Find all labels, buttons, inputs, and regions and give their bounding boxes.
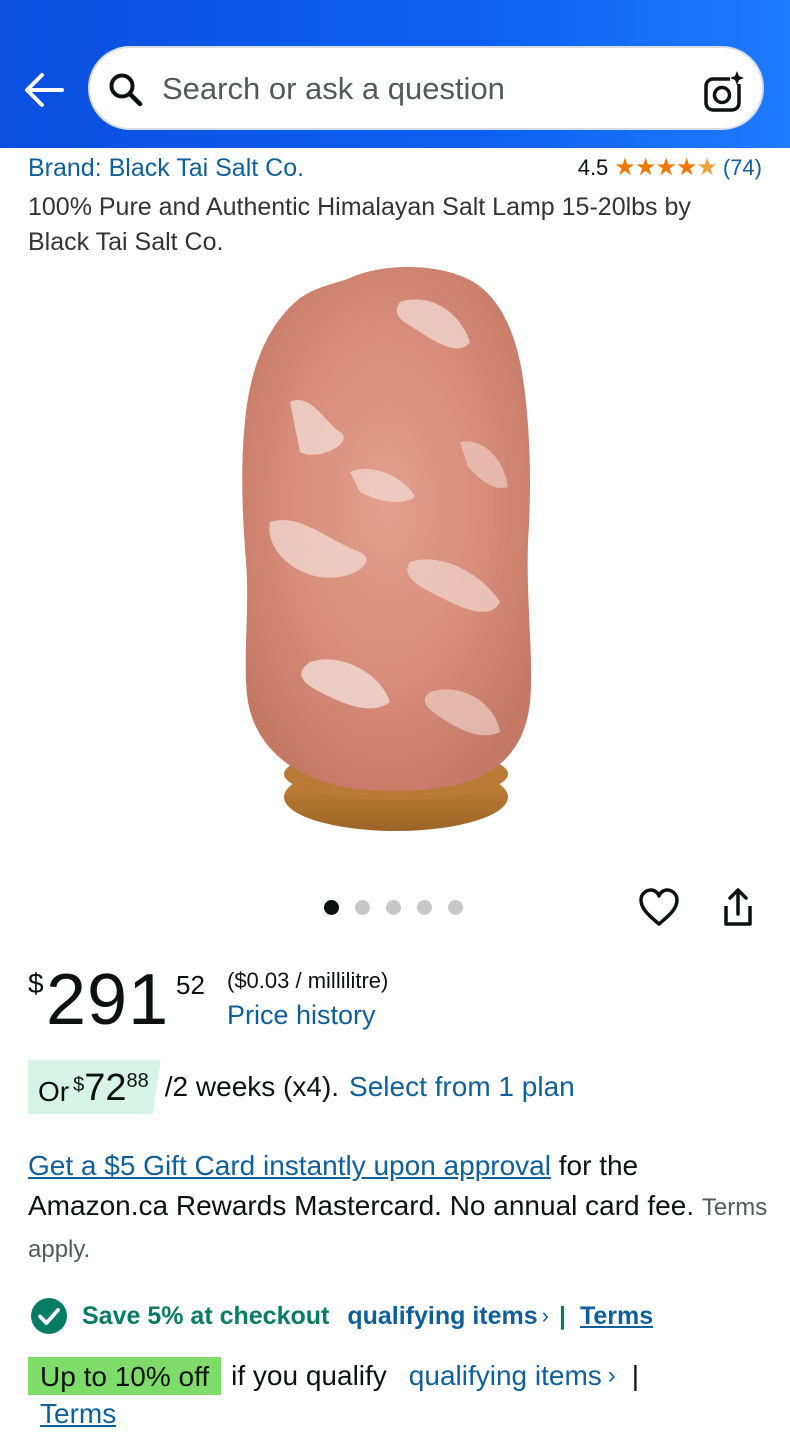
share-icon (724, 888, 752, 926)
back-button[interactable] (22, 68, 66, 112)
installment-plan: Or $ 72 88 /2 weeks (x4). Select from 1 … (28, 1060, 575, 1114)
product-image[interactable] (230, 262, 560, 842)
unit-price: ($0.03 / millilitre) (227, 968, 389, 993)
price-fraction: 52 (176, 970, 205, 1000)
installment-fraction: 88 (126, 1070, 149, 1092)
price-currency: $ (28, 968, 44, 999)
discount-offer: Up to 10% off if you qualify qualifying … (28, 1356, 639, 1396)
offer-text: if you qualify (231, 1360, 387, 1391)
qualifying-items-link[interactable]: qualifying items (347, 1302, 537, 1331)
top-bar (0, 0, 790, 148)
installment-badge: Or $ 72 88 (28, 1060, 161, 1114)
rating-value: 4.5 (577, 154, 609, 180)
carousel-dot[interactable] (355, 900, 370, 915)
price-history-link[interactable]: Price history (227, 1000, 376, 1031)
arrow-left-icon (25, 73, 64, 107)
search-bar[interactable] (88, 46, 764, 130)
camera-sparkle-icon (704, 71, 744, 112)
gift-card-promo: Get a $5 Gift Card instantly upon approv… (28, 1146, 768, 1270)
chevron-right-icon: › (541, 1303, 549, 1328)
carousel-dot[interactable] (417, 900, 432, 915)
review-count-link[interactable]: (74) (723, 155, 762, 181)
carousel-dot[interactable] (448, 900, 463, 915)
search-icon (109, 73, 143, 107)
installment-currency: $ (73, 1074, 85, 1096)
offer-terms-link[interactable]: Terms (40, 1398, 116, 1430)
check-circle-icon (31, 1298, 67, 1334)
installment-prefix: Or (38, 1076, 70, 1107)
carousel-dot[interactable] (324, 900, 339, 915)
heart-icon (639, 888, 679, 926)
salt-lamp-image (242, 267, 532, 831)
rating-summary[interactable]: 4.5 ★★★★★ (74) (578, 153, 762, 182)
brand-link[interactable]: Brand: Black Tai Salt Co. (28, 154, 304, 183)
star-rating-icon: ★★★★★ (614, 154, 718, 181)
product-title: 100% Pure and Authentic Himalayan Salt L… (28, 193, 691, 256)
savings-terms-link[interactable]: Terms (580, 1302, 653, 1331)
carousel-dot[interactable] (386, 900, 401, 915)
camera-search-button[interactable] (702, 70, 746, 114)
price-whole: 291 (46, 960, 170, 1040)
wishlist-button[interactable] (637, 886, 681, 930)
search-input[interactable] (162, 64, 682, 114)
image-carousel-indicator[interactable] (324, 900, 463, 915)
save-percent-text: Save 5% at checkout (82, 1301, 330, 1330)
separator: | (558, 1301, 566, 1330)
checkout-savings: Save 5% at checkout qualifying items › |… (30, 1296, 653, 1336)
separator: | (631, 1360, 640, 1391)
installment-period: /2 weeks (x4). (164, 1071, 340, 1102)
select-plan-link[interactable]: Select from 1 plan (349, 1071, 575, 1103)
gift-card-link[interactable]: Get a $5 Gift Card instantly upon approv… (28, 1150, 551, 1181)
installment-whole: 72 (84, 1067, 127, 1109)
chevron-right-icon: › (607, 1362, 616, 1389)
discount-badge: Up to 10% off (28, 1357, 222, 1395)
offer-qualifying-items-link[interactable]: qualifying items (409, 1360, 602, 1392)
share-button[interactable] (716, 886, 760, 930)
